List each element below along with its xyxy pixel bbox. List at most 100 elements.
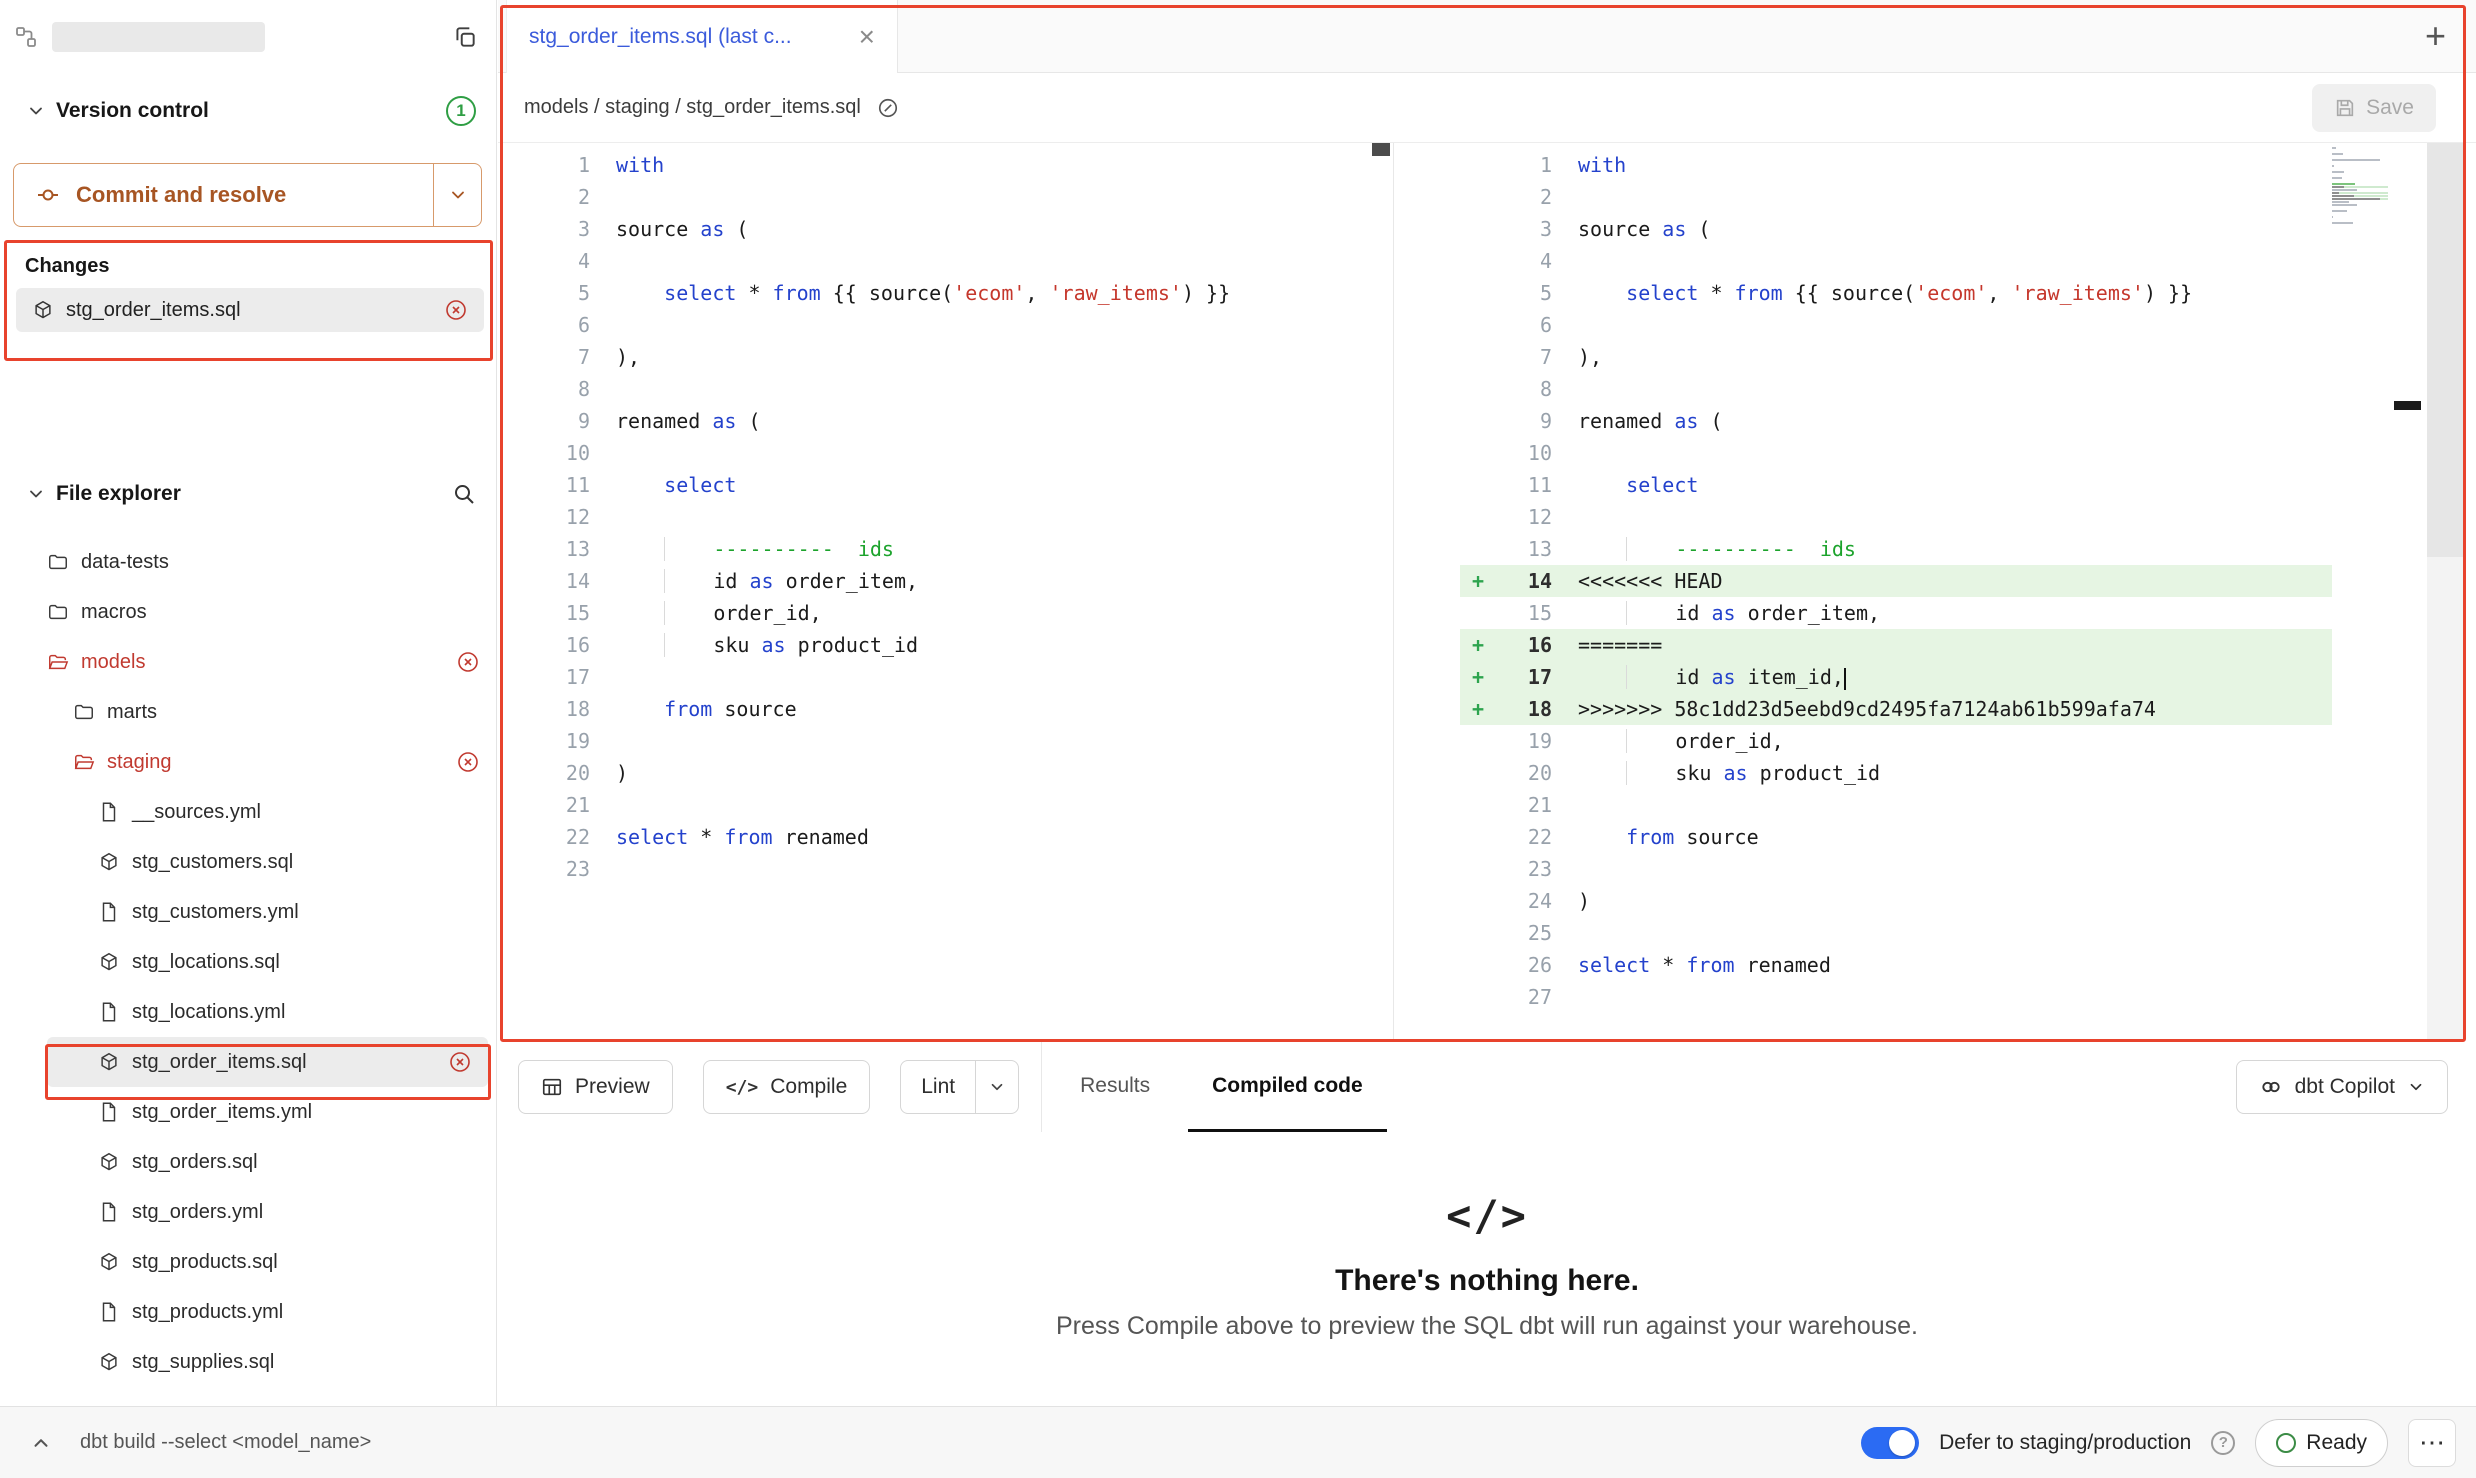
editor-scrollbar[interactable]	[2427, 143, 2464, 1042]
code-line[interactable]: 5 select * from {{ source('ecom', 'raw_i…	[498, 277, 1393, 309]
dbt-copilot-button[interactable]: dbt Copilot	[2236, 1060, 2448, 1114]
file-tree-item-stg-locations-sql[interactable]: stg_locations.sql	[0, 937, 496, 987]
lint-options-caret[interactable]	[975, 1061, 1018, 1113]
code-line[interactable]: 14 id as order_item,	[498, 565, 1393, 597]
code-line[interactable]: 3source as (	[498, 213, 1393, 245]
file-tree-item-models[interactable]: models	[0, 637, 496, 687]
code-line[interactable]: 8	[1460, 373, 2332, 405]
editor-pane-modified[interactable]: 1with23source as (45 select * from {{ so…	[1460, 143, 2332, 1042]
code-line[interactable]: 4	[1460, 245, 2332, 277]
ready-status-button[interactable]: Ready	[2255, 1419, 2388, 1467]
tab-results[interactable]: Results	[1056, 1042, 1174, 1132]
file-tree-item-data-tests[interactable]: data-tests	[0, 537, 496, 587]
commit-options-caret[interactable]	[433, 164, 481, 226]
code-line[interactable]: 18 from source	[498, 693, 1393, 725]
code-line[interactable]: 1with	[498, 149, 1393, 181]
file-tree-item-stg-orders-sql[interactable]: stg_orders.sql	[0, 1137, 496, 1187]
code-line[interactable]: 1with	[1460, 149, 2332, 181]
code-line[interactable]: 19 order_id,	[1460, 725, 2332, 757]
code-line[interactable]: +18>>>>>>> 58c1dd23d5eebd9cd2495fa7124ab…	[1460, 693, 2332, 725]
code-line[interactable]: 16 sku as product_id	[498, 629, 1393, 661]
discard-changes-icon[interactable]	[456, 750, 480, 774]
lint-button[interactable]: Lint	[900, 1060, 1019, 1114]
code-line[interactable]: 6	[1460, 309, 2332, 341]
code-line[interactable]: 17	[498, 661, 1393, 693]
code-line[interactable]: 2	[1460, 181, 2332, 213]
code-line[interactable]: 19	[498, 725, 1393, 757]
compile-button[interactable]: </> Compile	[703, 1060, 871, 1114]
file-tree-item-stg-order-items-sql[interactable]: stg_order_items.sql	[47, 1037, 488, 1087]
lint-label[interactable]: Lint	[901, 1061, 975, 1113]
save-button[interactable]: Save	[2312, 84, 2436, 132]
chevron-up-icon[interactable]	[30, 1432, 52, 1454]
code-line[interactable]: 5 select * from {{ source('ecom', 'raw_i…	[1460, 277, 2332, 309]
code-line[interactable]: 10	[498, 437, 1393, 469]
code-line[interactable]: 23	[498, 853, 1393, 885]
code-line[interactable]: 13 ---------- ids	[498, 533, 1393, 565]
code-line[interactable]: 20)	[498, 757, 1393, 789]
file-tree-item-stg-locations-yml[interactable]: stg_locations.yml	[0, 987, 496, 1037]
code-line[interactable]: 12	[1460, 501, 2332, 533]
file-tree-item-stg-supplies-sql[interactable]: stg_supplies.sql	[0, 1337, 496, 1387]
code-line[interactable]: 7),	[1460, 341, 2332, 373]
changed-file-chip[interactable]: stg_order_items.sql	[16, 288, 484, 332]
file-tree-item-stg-products-yml[interactable]: stg_products.yml	[0, 1287, 496, 1337]
help-icon[interactable]: ?	[2211, 1431, 2235, 1455]
code-line[interactable]: 2	[498, 181, 1393, 213]
search-icon[interactable]	[452, 482, 476, 506]
discard-changes-icon[interactable]	[444, 298, 468, 322]
code-line[interactable]: 23	[1460, 853, 2332, 885]
tab-stg-order-items-sql[interactable]: stg_order_items.sql (last c... ×	[506, 0, 898, 73]
code-line[interactable]: 27	[1460, 981, 2332, 1013]
circle-slash-icon[interactable]	[877, 97, 899, 119]
code-line[interactable]: 7),	[498, 341, 1393, 373]
code-line[interactable]: 11 select	[1460, 469, 2332, 501]
file-tree-item-stg-orders-yml[interactable]: stg_orders.yml	[0, 1187, 496, 1237]
discard-changes-icon[interactable]	[448, 1050, 472, 1074]
code-line[interactable]: 26select * from renamed	[1460, 949, 2332, 981]
code-line[interactable]: +16=======	[1460, 629, 2332, 661]
code-line[interactable]: 6	[498, 309, 1393, 341]
code-line[interactable]: 8	[498, 373, 1393, 405]
commit-and-resolve-main[interactable]: Commit and resolve	[14, 164, 433, 226]
commit-and-resolve-button[interactable]: Commit and resolve	[13, 163, 482, 227]
chevron-down-icon[interactable]	[26, 101, 46, 121]
code-line[interactable]: +17 id as item_id,	[1460, 661, 2332, 693]
code-line[interactable]: 12	[498, 501, 1393, 533]
editor-pane-original[interactable]: 1with23source as (45 select * from {{ so…	[498, 143, 1394, 1042]
code-line[interactable]: 24)	[1460, 885, 2332, 917]
file-tree-item-stg-customers-sql[interactable]: stg_customers.sql	[0, 837, 496, 887]
file-tree-item--sources-yml[interactable]: __sources.yml	[0, 787, 496, 837]
preview-button[interactable]: Preview	[518, 1060, 673, 1114]
code-line[interactable]: +14<<<<<<< HEAD	[1460, 565, 2332, 597]
code-line[interactable]: 15 id as order_item,	[1460, 597, 2332, 629]
code-line[interactable]: 21	[498, 789, 1393, 821]
code-line[interactable]: 9renamed as (	[498, 405, 1393, 437]
code-line[interactable]: 22select * from renamed	[498, 821, 1393, 853]
code-line[interactable]: 3source as (	[1460, 213, 2332, 245]
workflow-icon[interactable]	[14, 25, 38, 49]
minimap[interactable]	[2332, 143, 2388, 1042]
code-line[interactable]: 11 select	[498, 469, 1393, 501]
scrollbar-thumb[interactable]	[2427, 143, 2464, 557]
more-menu-button[interactable]: ⋯	[2408, 1419, 2456, 1467]
defer-toggle[interactable]	[1861, 1427, 1919, 1459]
code-line[interactable]: 10	[1460, 437, 2332, 469]
close-icon[interactable]: ×	[859, 23, 875, 51]
new-tab-icon[interactable]: +	[2425, 18, 2446, 54]
discard-changes-icon[interactable]	[456, 650, 480, 674]
code-line[interactable]: 13 ---------- ids	[1460, 533, 2332, 565]
chevron-down-icon[interactable]	[26, 484, 46, 504]
code-line[interactable]: 21	[1460, 789, 2332, 821]
tab-compiled-code[interactable]: Compiled code	[1188, 1042, 1387, 1132]
code-line[interactable]: 9renamed as (	[1460, 405, 2332, 437]
file-tree-item-macros[interactable]: macros	[0, 587, 496, 637]
code-line[interactable]: 4	[498, 245, 1393, 277]
copy-icon[interactable]	[452, 24, 478, 50]
code-line[interactable]: 22 from source	[1460, 821, 2332, 853]
file-tree-item-marts[interactable]: marts	[0, 687, 496, 737]
file-tree-item-staging[interactable]: staging	[0, 737, 496, 787]
code-line[interactable]: 25	[1460, 917, 2332, 949]
code-line[interactable]: 20 sku as product_id	[1460, 757, 2332, 789]
file-tree-item-stg-order-items-yml[interactable]: stg_order_items.yml	[0, 1087, 496, 1137]
